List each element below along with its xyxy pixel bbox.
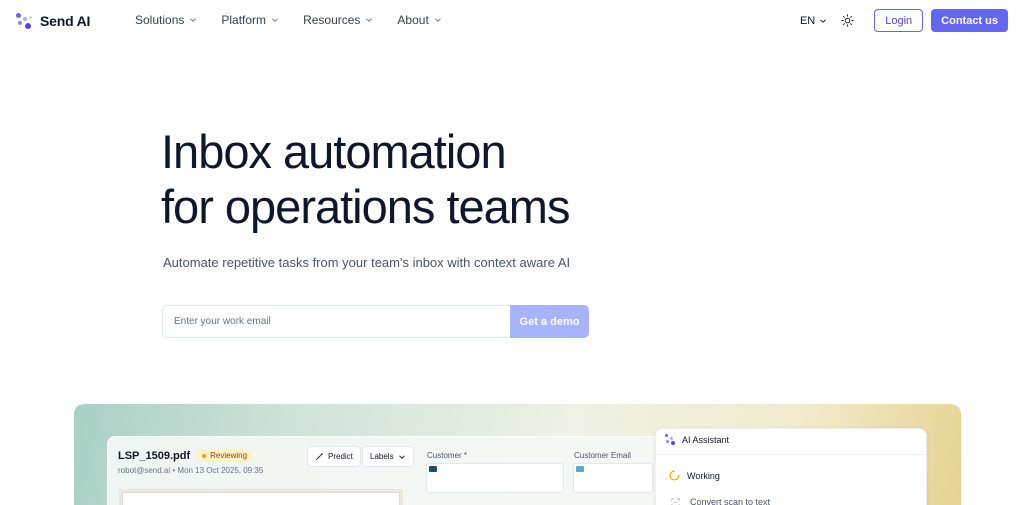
document-header: LSP_1509.pdf Reviewing — [118, 449, 254, 462]
ai-task-item: Convert scan to text — [671, 497, 770, 505]
loading-spinner-icon — [669, 470, 680, 481]
chevron-down-icon — [272, 18, 278, 22]
theme-toggle-sun-icon[interactable] — [841, 14, 854, 27]
customer-email-field[interactable] — [573, 463, 653, 493]
document-meta: robot@send.ai • Mon 13 Oct 2025, 09:35 — [118, 466, 264, 475]
status-label: Reviewing — [210, 451, 248, 460]
logo-text: Send AI — [40, 13, 91, 29]
hero-title-line-1: Inbox automation — [161, 125, 507, 178]
ai-task-label: Convert scan to text — [690, 497, 771, 505]
nav-item-platform[interactable]: Platform — [221, 13, 279, 27]
demo-request-form: Get a demo — [162, 305, 589, 338]
customer-email-field-label: Customer Email — [574, 451, 631, 460]
ai-status-label: Working — [687, 470, 720, 481]
nav-item-label: Solutions — [135, 13, 185, 27]
ai-assistant-header: AI Assistant — [665, 434, 729, 445]
get-a-demo-button[interactable]: Get a demo — [510, 305, 589, 338]
status-badge: Reviewing — [196, 449, 254, 462]
nav-item-label: Platform — [221, 13, 267, 27]
work-email-input[interactable] — [162, 305, 510, 338]
chevron-down-icon — [434, 18, 441, 22]
chevron-down-icon — [398, 454, 405, 459]
chevron-down-icon — [190, 18, 197, 22]
chevron-down-icon — [366, 18, 373, 22]
send-ai-logo-icon — [16, 12, 34, 30]
page: Send AI Solutions Platform Resources Abo… — [0, 0, 1024, 505]
contact-us-button[interactable]: Contact us — [931, 9, 1008, 32]
top-navigation: Send AI Solutions Platform Resources Abo… — [0, 0, 1024, 42]
language-selector[interactable]: EN — [800, 15, 827, 27]
customer-field-label: Customer * — [427, 451, 468, 460]
ai-assistant-title: AI Assistant — [682, 434, 730, 445]
send-ai-logo-icon — [665, 434, 676, 445]
field-color-tag — [429, 466, 437, 472]
labels-dropdown[interactable]: Labels — [362, 446, 414, 467]
divider — [655, 454, 927, 455]
hero-title: Inbox automation for operations teams — [161, 124, 570, 234]
predict-label: Predict — [328, 452, 353, 461]
customer-field[interactable] — [426, 463, 564, 493]
document-name: LSP_1509.pdf — [118, 449, 191, 462]
nav-item-label: Resources — [303, 13, 361, 27]
hero-title-line-2: for operations teams — [161, 180, 570, 233]
wand-icon — [316, 452, 324, 460]
language-label: EN — [799, 14, 816, 27]
status-dot-icon — [202, 453, 207, 458]
chevron-down-icon — [820, 18, 827, 23]
predict-button[interactable]: Predict — [307, 446, 361, 467]
nav-item-about[interactable]: About — [397, 13, 441, 27]
login-button[interactable]: Login — [874, 9, 924, 32]
nav-actions: EN Login Contact us — [800, 9, 1008, 32]
hero-subtitle: Automate repetitive tasks from your team… — [163, 255, 571, 270]
nav-item-resources[interactable]: Resources — [303, 13, 373, 27]
nav-menu: Solutions Platform Resources About — [135, 13, 442, 27]
labels-label: Labels — [370, 452, 394, 461]
document-preview — [122, 492, 400, 505]
nav-item-label: About — [397, 13, 429, 27]
scan-icon — [671, 497, 680, 505]
logo[interactable]: Send AI — [16, 12, 90, 30]
nav-item-solutions[interactable]: Solutions — [135, 13, 197, 27]
field-color-tag — [576, 466, 584, 472]
ai-status: Working — [669, 470, 720, 481]
